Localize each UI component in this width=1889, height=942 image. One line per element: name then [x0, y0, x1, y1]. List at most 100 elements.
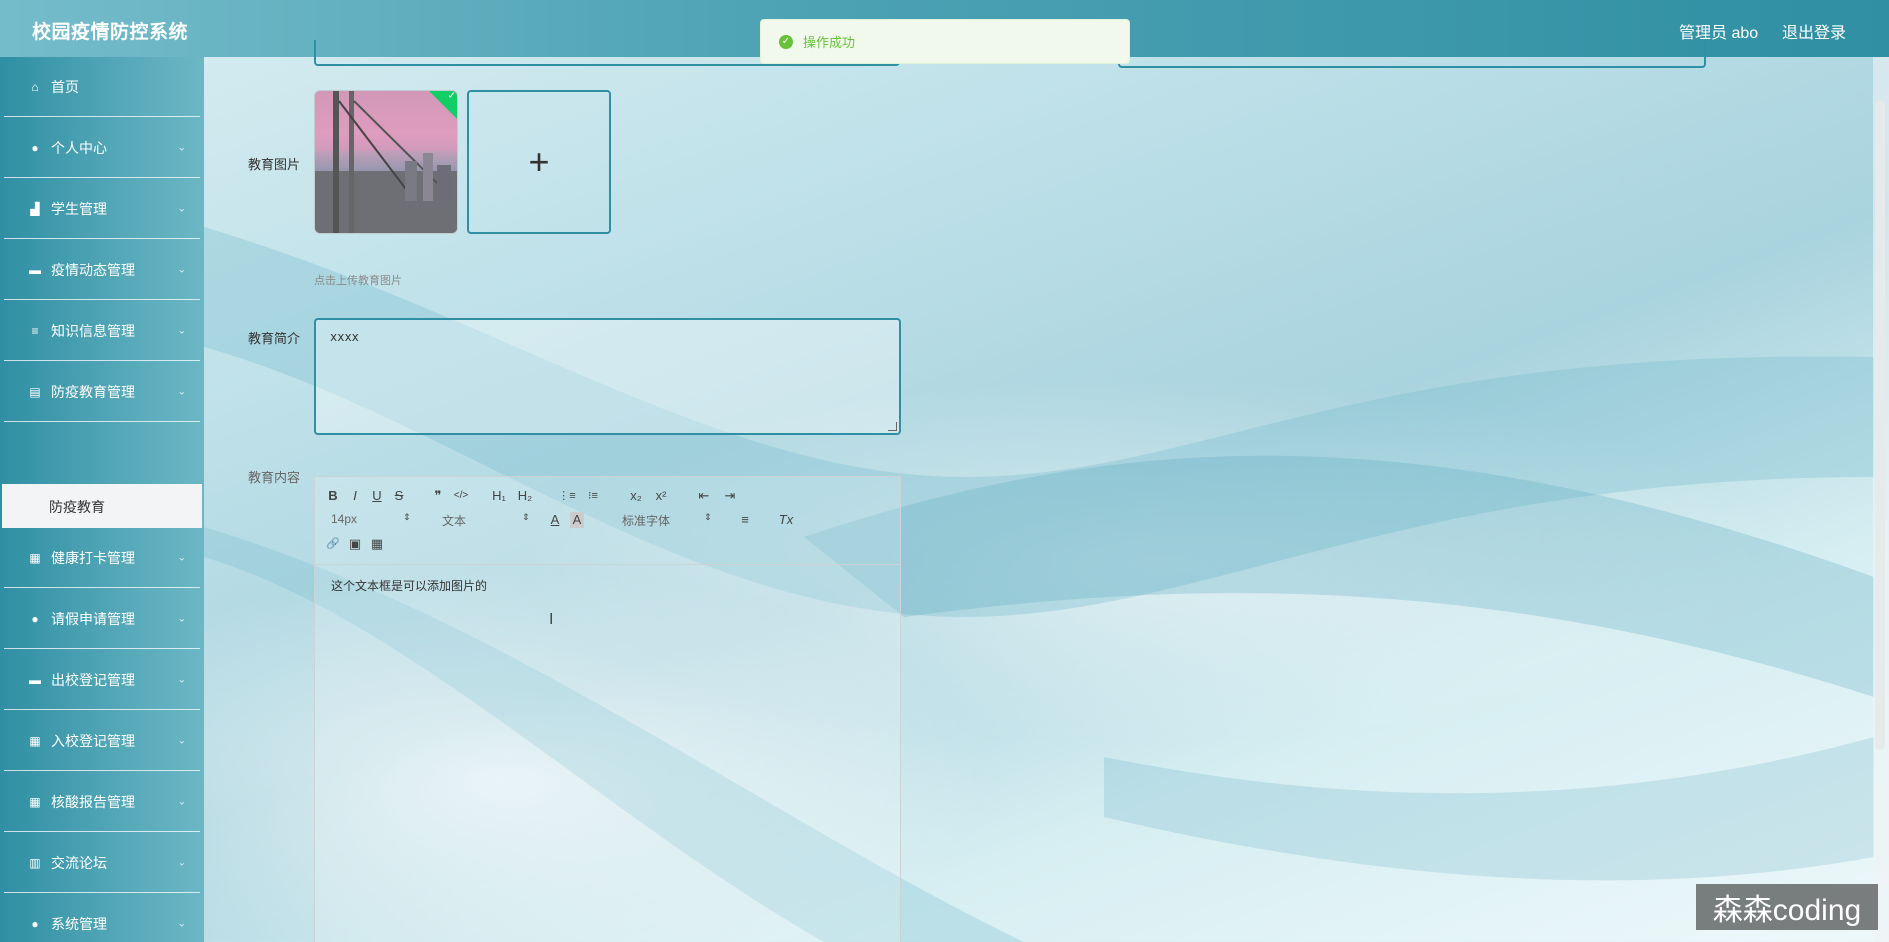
font-size-value: 14px	[331, 512, 358, 526]
sidebar-item-label: 健康打卡管理	[51, 549, 135, 566]
chevron-down-icon: ⌄	[177, 386, 186, 397]
grid-icon: ▦	[29, 794, 41, 809]
sidebar-item-leave-request[interactable]: ● 请假申请管理 ⌄	[4, 589, 200, 649]
text-style-select[interactable]: 文本 ⇕	[442, 512, 532, 529]
clear-format-button[interactable]: Tx	[777, 512, 795, 528]
scrollbar-thumb[interactable]	[1875, 100, 1885, 750]
sidebar-item-knowledge-info[interactable]: ≡ 知识信息管理 ⌄	[4, 301, 200, 361]
comment-icon: ▬	[29, 672, 41, 687]
bullet-list-button[interactable]: ⁝≡	[584, 488, 602, 504]
select-arrow-icon: ⇕	[704, 512, 712, 522]
sidebar-item-label: 出校登记管理	[51, 671, 135, 688]
sidebar-item-nucleic-report[interactable]: ▦ 核酸报告管理 ⌄	[4, 772, 200, 832]
grid-icon: ▦	[29, 550, 41, 565]
chevron-down-icon: ⌄	[177, 613, 186, 624]
sidebar-item-home[interactable]: ⌂ 首页	[4, 57, 200, 117]
sidebar-item-health-checkin[interactable]: ▦ 健康打卡管理 ⌄	[4, 528, 200, 588]
select-arrow-icon: ⇕	[522, 512, 530, 522]
text-cursor-icon: I	[549, 611, 554, 628]
sidebar-item-entry-registration[interactable]: ▦ 入校登记管理 ⌄	[4, 711, 200, 771]
image-field-label: 教育图片	[248, 157, 301, 172]
sidebar-item-personal-center[interactable]: ● 个人中心 ⌄	[4, 118, 200, 178]
chevron-down-icon: ⌄	[177, 796, 186, 807]
sidebar-item-epidemic-news[interactable]: ▬ 疫情动态管理 ⌄	[4, 240, 200, 300]
intro-text-value: xxxx	[330, 330, 359, 344]
resize-handle[interactable]	[888, 422, 897, 431]
uploaded-image-thumbnail[interactable]: ✓	[314, 90, 458, 234]
user-icon: ●	[31, 140, 39, 155]
check-icon: ✓	[447, 90, 456, 102]
align-button[interactable]: ≡	[736, 512, 754, 528]
pin-icon: ●	[31, 916, 39, 931]
indent-button[interactable]: ⇥	[721, 488, 739, 504]
subscript-button[interactable]: x₂	[627, 488, 645, 504]
logout-button[interactable]: 退出登录	[1782, 19, 1846, 43]
link-button[interactable]: 🔗	[324, 536, 342, 552]
select-arrow-icon: ⇕	[403, 512, 411, 522]
chevron-down-icon: ⌄	[177, 264, 186, 275]
font-family-value: 标准字体	[622, 514, 671, 528]
plus-icon: +	[528, 141, 550, 182]
font-color-button[interactable]: A	[546, 512, 564, 528]
sidebar-item-forum[interactable]: ▥ 交流论坛 ⌄	[4, 833, 200, 893]
intro-field-label: 教育简介	[248, 331, 301, 346]
sidebar-item-label: 知识信息管理	[51, 322, 135, 339]
list-icon: ≡	[31, 323, 39, 338]
image-insert-button[interactable]: ▣	[346, 536, 364, 552]
sidebar-item-label: 系统管理	[51, 915, 107, 932]
sidebar-item-label: 入校登记管理	[51, 732, 135, 749]
sidebar-item-label: 防疫教育管理	[51, 383, 135, 400]
bold-button[interactable]: B	[324, 488, 342, 504]
chevron-down-icon: ⌄	[177, 552, 186, 563]
home-icon: ⌂	[31, 79, 39, 94]
sidebar-item-label: 请假申请管理	[51, 610, 135, 627]
sidebar-subitem-prevention-education[interactable]: 防疫教育	[2, 484, 202, 528]
background-color-button[interactable]: A	[570, 512, 584, 528]
check-circle-icon: ✓	[779, 34, 793, 49]
sidebar-item-exit-registration[interactable]: ▬ 出校登记管理 ⌄	[4, 650, 200, 710]
ordered-list-button[interactable]: ⋮≡	[558, 488, 576, 504]
video-insert-button[interactable]: ▦	[368, 536, 386, 552]
font-size-select[interactable]: 14px ⇕	[331, 512, 411, 526]
sidebar-item-system-management[interactable]: ● 系统管理 ⌄	[4, 894, 200, 942]
outdent-button[interactable]: ⇤	[695, 488, 713, 504]
sidebar-item-label: 疫情动态管理	[51, 261, 135, 278]
chevron-down-icon: ⌄	[177, 918, 186, 929]
form-input-partial[interactable]	[1118, 40, 1706, 68]
chevron-down-icon: ⌄	[177, 674, 186, 685]
code-block-button[interactable]: </>	[452, 488, 470, 504]
intro-textarea[interactable]: xxxx	[314, 318, 901, 435]
underline-button[interactable]: U	[368, 488, 386, 504]
sidebar-item-student-management[interactable]: ▟ 学生管理 ⌄	[4, 179, 200, 239]
heading-2-button[interactable]: H₂	[516, 488, 534, 504]
editor-toolbar: B I U S ❞ </> H₁ H₂ ⋮≡ ⁝≡ x₂ x² ⇤ ⇥ 14px…	[315, 477, 900, 565]
bar-chart-icon: ▥	[29, 855, 41, 870]
italic-button[interactable]: I	[346, 488, 364, 504]
app-title: 校园疫情防控系统	[32, 22, 189, 43]
sidebar: ⌂ 首页 ● 个人中心 ⌄ ▟ 学生管理 ⌄ ▬ 疫情动态管理 ⌄ ≡ 知识信息…	[0, 57, 204, 942]
upload-hint: 点击上传教育图片	[314, 275, 402, 287]
chevron-down-icon: ⌄	[177, 203, 186, 214]
sidebar-subitem-label: 防疫教育	[49, 499, 105, 515]
success-toast: ✓ 操作成功	[760, 19, 1130, 64]
image-upload-button[interactable]: +	[467, 90, 611, 234]
sidebar-item-label: 核酸报告管理	[51, 793, 135, 810]
chevron-down-icon: ⌄	[177, 325, 186, 336]
sidebar-item-label: 个人中心	[51, 139, 107, 156]
bridge-photo	[315, 91, 457, 233]
watermark: 森森coding	[1696, 884, 1878, 930]
editor-content[interactable]: 这个文本框是可以添加图片的	[331, 577, 487, 594]
sidebar-item-label: 首页	[51, 78, 79, 95]
user-icon: ●	[31, 611, 39, 626]
rich-text-editor: B I U S ❞ </> H₁ H₂ ⋮≡ ⁝≡ x₂ x² ⇤ ⇥ 14px…	[314, 476, 901, 942]
monitor-icon: ▬	[29, 262, 41, 277]
font-family-select[interactable]: 标准字体 ⇕	[622, 512, 712, 529]
sidebar-item-prevention-education[interactable]: ▤ 防疫教育管理 ⌄	[4, 362, 200, 422]
blockquote-button[interactable]: ❞	[429, 488, 447, 504]
superscript-button[interactable]: x²	[652, 488, 670, 504]
content-field-label: 教育内容	[248, 470, 301, 485]
heading-1-button[interactable]: H₁	[490, 488, 508, 504]
chart-icon: ▤	[29, 384, 41, 399]
strikethrough-button[interactable]: S	[390, 488, 408, 504]
chevron-down-icon: ⌄	[177, 142, 186, 153]
